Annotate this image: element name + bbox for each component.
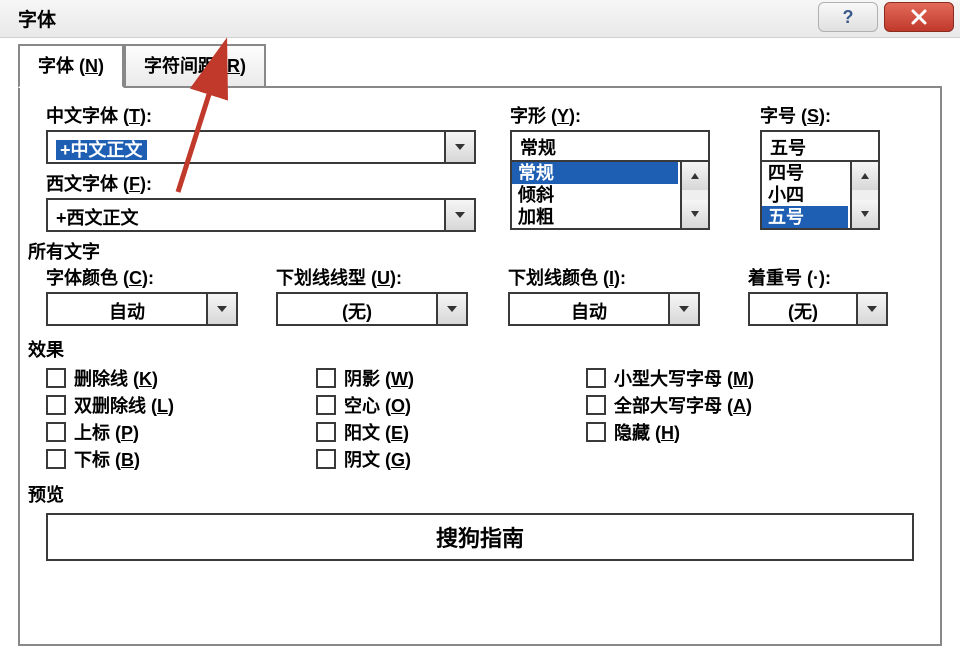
effect-checkbox[interactable]: 全部大写字母 (A) [586, 392, 886, 418]
size-input[interactable]: 五号 [760, 130, 880, 160]
underline-color-combo[interactable]: 自动 [508, 292, 700, 326]
checkbox-label: 删除线 (K) [74, 365, 158, 391]
dropdown-arrow-icon[interactable] [444, 200, 474, 230]
scroll-down-icon[interactable] [852, 200, 878, 228]
tab-row: 字体 (N) 字符间距 (R) [18, 44, 942, 88]
checkbox-icon [316, 368, 336, 388]
checkbox-label: 阴文 (G) [344, 446, 411, 472]
style-input[interactable]: 常规 [510, 130, 710, 160]
preview-box: 搜狗指南 [46, 513, 914, 561]
checkbox-icon [316, 422, 336, 442]
effect-checkbox[interactable]: 空心 (O) [316, 392, 586, 418]
close-button[interactable] [884, 2, 954, 32]
scroll-up-icon[interactable] [682, 162, 708, 190]
checkbox-label: 双删除线 (L) [74, 392, 174, 418]
checkbox-label: 小型大写字母 (M) [614, 365, 754, 391]
group-effects: 效果 [28, 336, 914, 362]
effect-checkbox[interactable]: 上标 (P) [46, 419, 316, 445]
label-underline-color: 下划线颜色 (I): [508, 264, 718, 290]
effects-col1: 删除线 (K)双删除线 (L)上标 (P)下标 (B) [46, 364, 316, 473]
preview-text: 搜狗指南 [436, 521, 524, 553]
effect-checkbox[interactable]: 阴影 (W) [316, 365, 586, 391]
label-size: 字号 (S): [760, 102, 910, 128]
label-chinese-font: 中文字体 (T): [46, 102, 476, 128]
titlebar-buttons: ? [818, 2, 954, 32]
chinese-font-combo[interactable]: +中文正文 [46, 130, 476, 164]
checkbox-label: 隐藏 (H) [614, 419, 680, 445]
dropdown-arrow-icon[interactable] [668, 294, 698, 324]
effects-col3: 小型大写字母 (M)全部大写字母 (A)隐藏 (H) [586, 364, 886, 473]
font-color-combo[interactable]: 自动 [46, 292, 238, 326]
list-item[interactable]: 小四 [762, 184, 848, 206]
label-font-color: 字体颜色 (C): [46, 264, 254, 290]
checkbox-label: 下标 (B) [74, 446, 140, 472]
scroll-down-icon[interactable] [682, 200, 708, 228]
effect-checkbox[interactable]: 删除线 (K) [46, 365, 316, 391]
font-dialog: 字体 ? 字体 (N) 字符间距 (R) [0, 0, 960, 640]
style-list[interactable]: 常规 倾斜 加粗 [510, 160, 710, 230]
effect-checkbox[interactable]: 双删除线 (L) [46, 392, 316, 418]
effect-checkbox[interactable]: 小型大写字母 (M) [586, 365, 886, 391]
group-preview: 预览 [28, 481, 914, 507]
label-style: 字形 (Y): [510, 102, 740, 128]
scroll-up-icon[interactable] [852, 162, 878, 190]
checkbox-label: 阳文 (E) [344, 419, 409, 445]
checkbox-icon [586, 368, 606, 388]
window-title: 字体 [18, 5, 56, 32]
checkbox-icon [46, 395, 66, 415]
effects-col2: 阴影 (W)空心 (O)阳文 (E)阴文 (G) [316, 364, 586, 473]
checkbox-icon [46, 368, 66, 388]
list-item[interactable]: 五号 [762, 206, 848, 228]
label-underline: 下划线线型 (U): [276, 264, 486, 290]
size-list[interactable]: 四号 小四 五号 [760, 160, 880, 230]
dropdown-arrow-icon[interactable] [206, 294, 236, 324]
scrollbar[interactable] [850, 162, 878, 228]
client-area: 字体 (N) 字符间距 (R) 中文字体 (T): [0, 38, 960, 640]
dropdown-arrow-icon[interactable] [436, 294, 466, 324]
checkbox-label: 上标 (P) [74, 419, 139, 445]
list-item[interactable]: 加粗 [512, 206, 678, 228]
list-item[interactable]: 四号 [762, 162, 848, 184]
checkbox-icon [46, 449, 66, 469]
titlebar: 字体 [0, 0, 960, 38]
checkbox-label: 全部大写字母 (A) [614, 392, 752, 418]
label-latin-font: 西文字体 (F): [46, 170, 476, 196]
latin-font-combo[interactable]: +西文正文 [46, 198, 476, 232]
emphasis-combo[interactable]: (无) [748, 292, 888, 326]
effect-checkbox[interactable]: 阳文 (E) [316, 419, 586, 445]
group-all-text: 所有文字 [28, 238, 914, 264]
effect-checkbox[interactable]: 阴文 (G) [316, 446, 586, 472]
checkbox-icon [586, 395, 606, 415]
tab-spacing[interactable]: 字符间距 (R) [124, 44, 266, 88]
checkbox-icon [46, 422, 66, 442]
help-button[interactable]: ? [818, 2, 878, 32]
dropdown-arrow-icon[interactable] [856, 294, 886, 324]
checkbox-icon [316, 395, 336, 415]
checkbox-icon [316, 449, 336, 469]
checkbox-icon [586, 422, 606, 442]
checkbox-label: 阴影 (W) [344, 365, 414, 391]
list-item[interactable]: 倾斜 [512, 184, 678, 206]
tab-panel: 中文字体 (T): +中文正文 西文字体 (F): +西文正文 [18, 86, 942, 646]
underline-combo[interactable]: (无) [276, 292, 468, 326]
checkbox-label: 空心 (O) [344, 392, 411, 418]
list-item[interactable]: 常规 [512, 162, 678, 184]
effect-checkbox[interactable]: 隐藏 (H) [586, 419, 886, 445]
dropdown-arrow-icon[interactable] [444, 132, 474, 162]
effect-checkbox[interactable]: 下标 (B) [46, 446, 316, 472]
tab-font[interactable]: 字体 (N) [18, 44, 124, 88]
label-emphasis: 着重号 (·): [748, 264, 908, 290]
scrollbar[interactable] [680, 162, 708, 228]
